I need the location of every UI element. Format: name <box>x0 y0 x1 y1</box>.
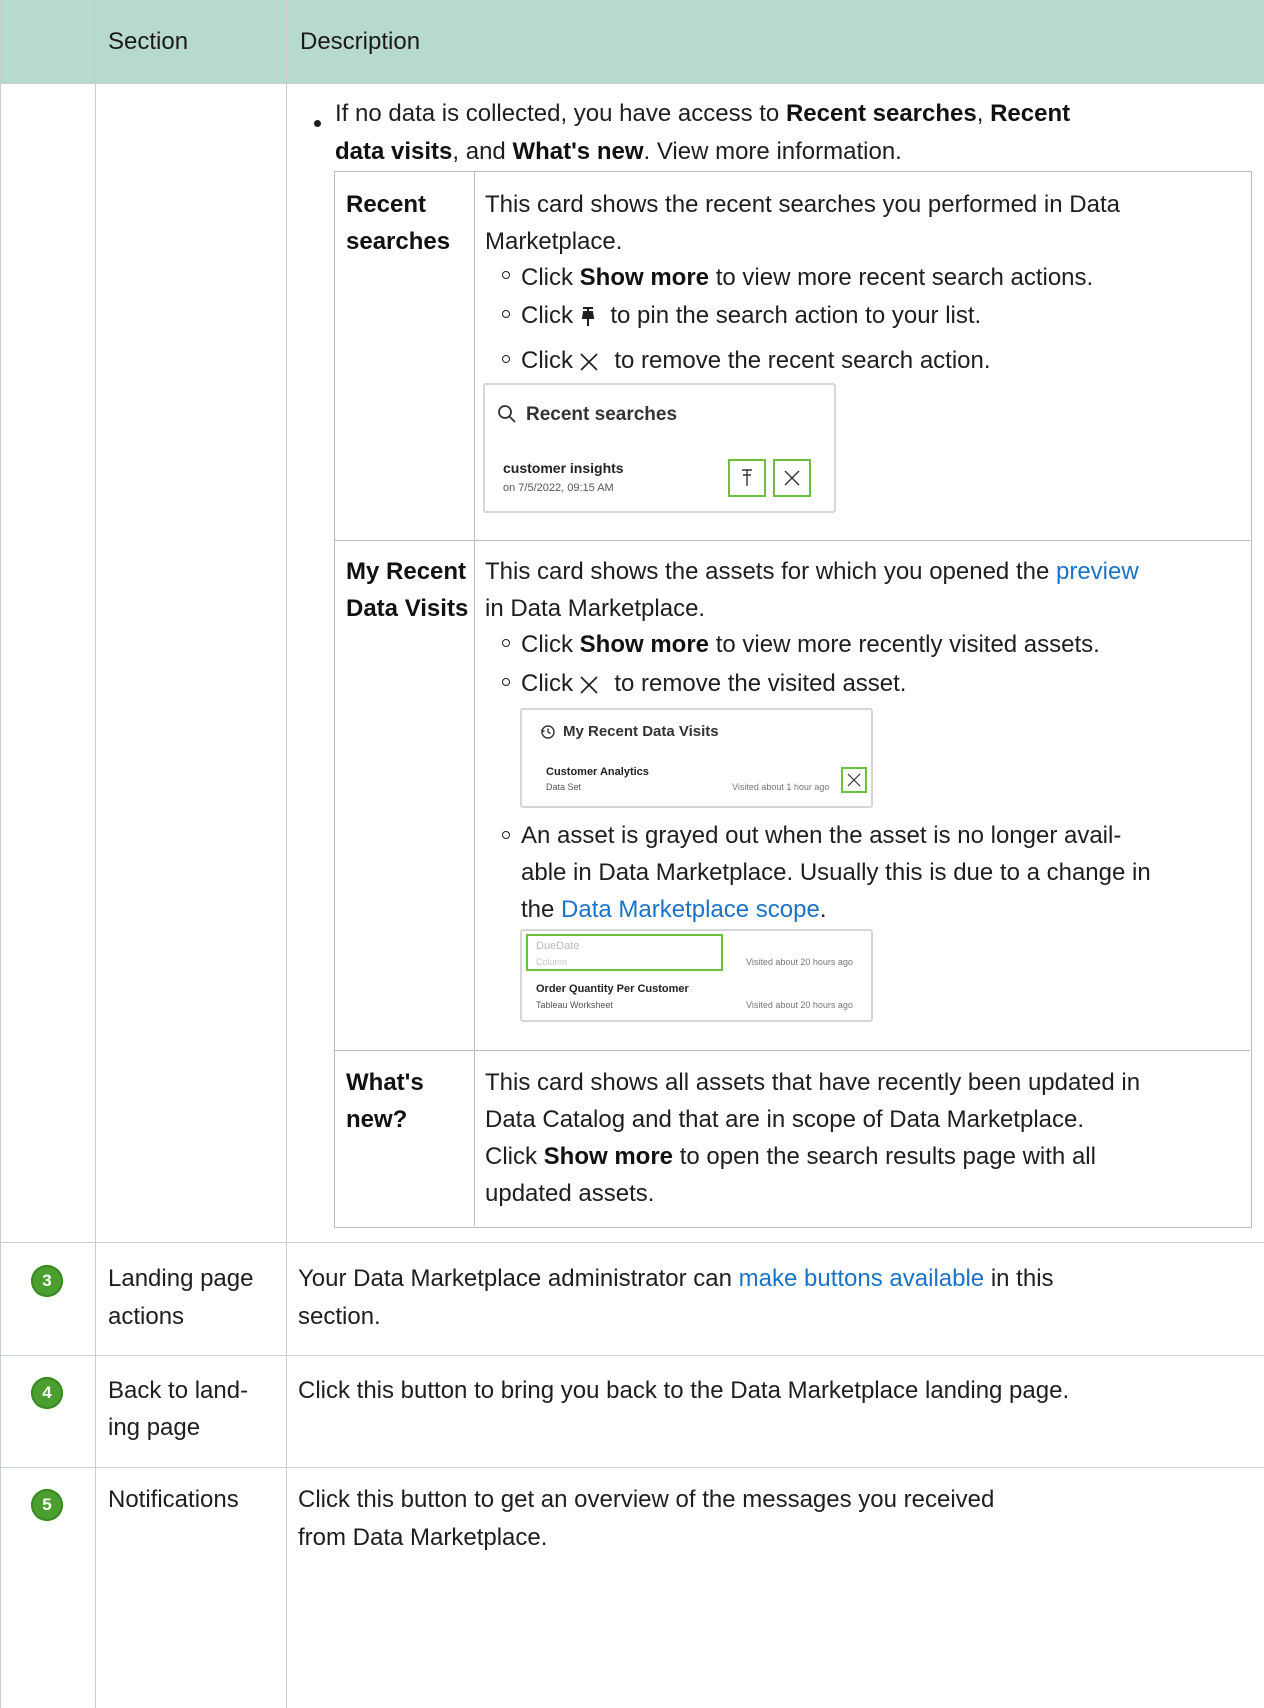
recent-visit-type: Data Set <box>546 782 582 792</box>
asset-time: Visited about 20 hours ago <box>746 1000 853 1010</box>
label-whats-new-2: new? <box>346 1106 408 1133</box>
close-icon <box>784 470 800 486</box>
rs-bullet-2: Click to pin the search action to your l… <box>521 302 982 329</box>
intro-line-2: data visits, and What's new. View more i… <box>335 138 902 165</box>
grid-line <box>95 0 96 1708</box>
remove-search-button[interactable] <box>773 459 811 497</box>
search-icon <box>498 405 516 423</box>
recent-search-date: on 7/5/2022, 09:15 AM <box>503 482 614 494</box>
recent-searches-desc-1: This card shows the recent searches you … <box>485 191 1120 218</box>
rv-bullet-3-line-2: able in Data Marketplace. Usually this i… <box>521 859 1151 886</box>
rv-bullet-3-line-1: An asset is grayed out when the asset is… <box>521 822 1122 849</box>
close-icon <box>580 676 598 694</box>
row4-desc-1: Click this button to bring you back to t… <box>298 1377 1070 1404</box>
row3-desc-2: section. <box>298 1303 381 1330</box>
remove-visit-button[interactable] <box>841 767 867 793</box>
row3-section-2: actions <box>108 1303 185 1330</box>
grid-line <box>474 171 475 1226</box>
grid-line <box>0 83 1264 84</box>
whats-new-line-1: This card shows all assets that have rec… <box>485 1069 1141 1096</box>
rs-bullet-3: Click to remove the recent search action… <box>521 347 991 374</box>
recent-visits-desc-1: This card shows the assets for which you… <box>485 558 1139 585</box>
grid-line <box>334 540 1250 541</box>
sub-bullet <box>502 271 510 279</box>
close-icon <box>580 353 598 371</box>
bullet <box>314 120 321 127</box>
sub-bullet <box>502 355 510 363</box>
row5-desc-1: Click this button to get an overview of … <box>298 1486 995 1513</box>
recent-searches-desc-2: Marketplace. <box>485 228 623 255</box>
grayed-asset-time: Visited about 20 hours ago <box>746 957 853 967</box>
header-section: Section <box>108 28 189 55</box>
grid-line <box>0 0 1 1708</box>
rv-bullet-2: Click to remove the visited asset. <box>521 670 907 697</box>
preview-link[interactable]: preview <box>1056 558 1139 585</box>
rv-bullet-1: Click Show more to view more recently vi… <box>521 631 1100 658</box>
whats-new-line-2: Data Catalog and that are in scope of Da… <box>485 1106 1085 1133</box>
recent-visit-time: Visited about 1 hour ago <box>732 782 830 792</box>
grid-line <box>0 1355 1264 1356</box>
badge-3: 3 <box>31 1265 63 1297</box>
recent-visits-card-title: My Recent Data Visits <box>563 723 719 740</box>
label-recent-visits-2: Data Visits <box>346 595 469 622</box>
asset-type: Tableau Worksheet <box>536 1000 613 1010</box>
whats-new-line-3: Click Show more to open the search resul… <box>485 1143 1096 1170</box>
row3-section-1: Landing page <box>108 1265 254 1292</box>
scope-link[interactable]: Data Marketplace scope <box>561 896 820 923</box>
label-recent-searches-2: searches <box>346 228 451 255</box>
row5-section-1: Notifications <box>108 1486 239 1513</box>
grid-line <box>0 1242 1264 1243</box>
badge-5: 5 <box>31 1489 63 1521</box>
pin-button[interactable] <box>728 459 766 497</box>
row4-section-1: Back to land- <box>108 1377 249 1404</box>
row5-desc-2: from Data Marketplace. <box>298 1524 548 1551</box>
recent-visits-desc-2: in Data Marketplace. <box>485 595 706 622</box>
header-description: Description <box>300 28 421 55</box>
asset-name[interactable]: Order Quantity Per Customer <box>536 983 689 995</box>
grid-line <box>286 0 287 1708</box>
history-icon <box>540 725 555 739</box>
label-recent-visits-1: My Recent <box>346 558 467 585</box>
make-buttons-available-link[interactable]: make buttons available <box>739 1265 984 1292</box>
grayed-asset-type: Column <box>536 957 568 967</box>
table-header <box>0 0 1264 83</box>
label-whats-new-1: What's <box>346 1069 424 1096</box>
pin-icon <box>581 306 594 326</box>
grayed-asset-name: DueDate <box>536 940 580 952</box>
sub-bullet <box>502 639 510 647</box>
row4-section-2: ing page <box>108 1414 201 1441</box>
recent-searches-card-title: Recent searches <box>526 404 678 425</box>
intro-line-1: If no data is collected, you have access… <box>335 100 1071 127</box>
badge-4: 4 <box>31 1377 63 1409</box>
rs-bullet-1: Click Show more to view more recent sear… <box>521 264 1094 291</box>
recent-visit-item[interactable]: Customer Analytics <box>546 766 649 778</box>
whats-new-line-4: updated assets. <box>485 1180 655 1207</box>
row3-desc-1: Your Data Marketplace administrator can … <box>298 1265 1054 1292</box>
label-recent-searches-1: Recent <box>346 191 427 218</box>
sub-bullet <box>502 310 510 318</box>
sub-bullet <box>502 831 510 839</box>
pin-icon <box>742 469 752 486</box>
rv-bullet-3-line-3: the Data Marketplace scope. <box>521 896 827 923</box>
recent-search-item[interactable]: customer insights <box>503 460 624 476</box>
sub-bullet <box>502 678 510 686</box>
close-icon <box>847 773 861 787</box>
grid-line <box>0 1467 1264 1468</box>
grid-line <box>334 1050 1250 1051</box>
